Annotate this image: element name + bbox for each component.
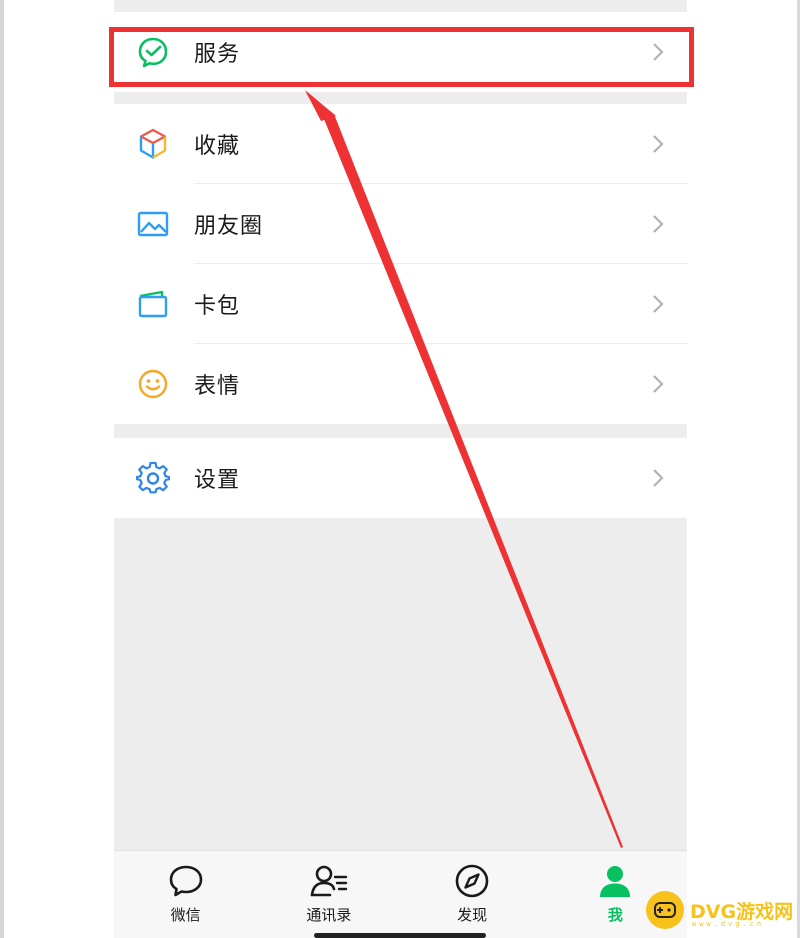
chevron-right-icon <box>653 135 664 153</box>
menu-item-service[interactable]: 服务 <box>114 12 687 92</box>
tab-chats[interactable]: 微信 <box>114 851 257 938</box>
watermark-subtext: www.dvg.cn <box>692 920 765 928</box>
sticker-smiley-icon <box>136 367 170 401</box>
menu-item-stickers[interactable]: 表情 <box>114 344 687 424</box>
chevron-right-icon <box>653 43 664 61</box>
menu-item-label: 收藏 <box>194 134 241 159</box>
menu-item-label: 朋友圈 <box>194 214 264 239</box>
chevron-right-icon <box>653 215 664 233</box>
chevron-right-icon <box>653 295 664 313</box>
settings-gear-icon <box>136 461 170 495</box>
menu-item-favorites[interactable]: 收藏 <box>114 104 687 184</box>
menu-item-label: 卡包 <box>194 294 241 319</box>
tab-label: 微信 <box>170 906 201 924</box>
site-watermark: DVG游戏网 www.dvg.cn <box>646 888 796 932</box>
menu-item-label: 表情 <box>194 374 241 399</box>
tab-label: 我 <box>607 906 623 924</box>
tab-label: 通讯录 <box>306 906 352 924</box>
favorites-cube-icon <box>136 127 170 161</box>
left-margin <box>0 0 114 938</box>
right-margin <box>687 0 800 938</box>
service-group: 服务 <box>114 12 687 92</box>
person-icon <box>595 861 635 901</box>
chevron-right-icon <box>653 469 664 487</box>
chevron-right-icon <box>653 375 664 393</box>
contacts-icon <box>309 861 349 901</box>
menu-item-moments[interactable]: 朋友圈 <box>114 184 687 264</box>
tab-label: 发现 <box>457 906 488 924</box>
menu-item-card-wallet[interactable]: 卡包 <box>114 264 687 344</box>
menu-item-settings[interactable]: 设置 <box>114 438 687 518</box>
moments-picture-icon <box>136 207 170 241</box>
tab-discover[interactable]: 发现 <box>401 851 544 938</box>
service-icon <box>136 35 170 69</box>
menu-item-label: 设置 <box>194 468 241 493</box>
wechat-me-screen: 服务 收藏 朋友圈 卡包 表情 设置 微信 通讯录 发现 我 <box>114 0 687 938</box>
compass-icon <box>452 861 492 901</box>
tab-contacts[interactable]: 通讯录 <box>257 851 400 938</box>
main-menu-group: 收藏 朋友圈 卡包 表情 <box>114 104 687 424</box>
settings-group: 设置 <box>114 438 687 518</box>
menu-item-label: 服务 <box>194 42 241 67</box>
gamepad-logo-icon <box>646 891 684 929</box>
bottom-tab-bar: 微信 通讯录 发现 我 <box>114 850 687 938</box>
card-wallet-icon <box>136 287 170 321</box>
left-edge-line <box>0 0 4 938</box>
home-indicator <box>314 933 486 938</box>
chat-bubble-icon <box>166 861 206 901</box>
